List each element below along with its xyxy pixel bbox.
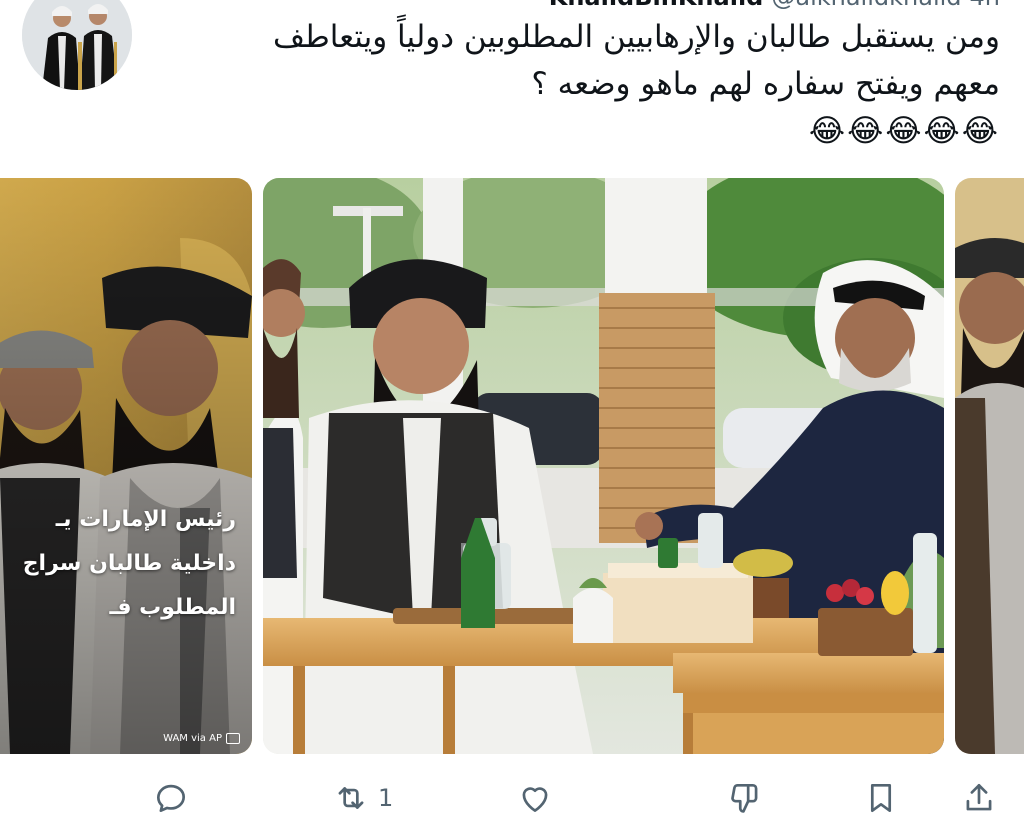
reply-button[interactable] <box>152 775 198 821</box>
tweet-text-line-2: معهم ويفتح سفاره لهم ماهو وضعه ؟ <box>531 66 1000 102</box>
dislike-button[interactable] <box>726 775 772 821</box>
like-button[interactable] <box>516 775 562 821</box>
tweet-text: ومن يستقبل طالبان والإرهابيين المطلوبين … <box>170 14 1000 155</box>
heart-icon <box>522 787 548 813</box>
thumbs-down-icon <box>731 783 758 813</box>
tweet-time[interactable]: 4h <box>970 0 1000 11</box>
retweet-count: 1 <box>378 784 394 812</box>
retweet-icon <box>338 787 364 809</box>
caption-line-3: المطلوب فـ <box>109 595 236 620</box>
caption-line-1: رئيس الإمارات يـ <box>55 507 236 532</box>
camera-icon <box>226 733 240 744</box>
tweet-action-bar: 1 <box>0 775 1024 825</box>
tweet-screen: KhalidBinKhalid @alkhalidkhalid 4h ومن ي… <box>0 0 1024 840</box>
main-photo <box>263 178 944 754</box>
share-icon <box>966 783 992 811</box>
media-image-right[interactable] <box>955 178 1024 754</box>
author-avatar[interactable] <box>22 0 132 90</box>
news-caption-overlay: رئيس الإمارات يـ داخلية طالبان سراج المط… <box>0 498 236 630</box>
bookmark-button[interactable] <box>862 775 908 821</box>
author-handle[interactable]: @alkhalidkhalid <box>771 0 961 11</box>
share-button[interactable] <box>960 775 1006 821</box>
avatar-photo <box>22 0 132 90</box>
bookmark-icon <box>870 783 892 813</box>
photo-credit: WAM via AP <box>163 733 240 744</box>
caption-line-2: داخلية طالبان سراج <box>22 551 236 576</box>
credit-text: WAM via AP <box>163 733 222 744</box>
tweet-text-line-1: ومن يستقبل طالبان والإرهابيين المطلوبين … <box>273 19 1000 55</box>
author-name[interactable]: KhalidBinKhalid <box>549 0 764 11</box>
right-photo <box>955 178 1024 754</box>
left-photo <box>0 178 252 754</box>
retweet-button[interactable]: 1 <box>332 775 393 821</box>
author-line: KhalidBinKhalid @alkhalidkhalid 4h <box>549 0 1000 11</box>
tweet-emojis: 😂😂😂😂😂 <box>808 113 1000 149</box>
media-image-main[interactable] <box>263 178 944 754</box>
media-carousel: رئيس الإمارات يـ داخلية طالبان سراج المط… <box>0 178 1024 754</box>
reply-icon <box>156 784 186 813</box>
media-image-left[interactable]: رئيس الإمارات يـ داخلية طالبان سراج المط… <box>0 178 252 754</box>
